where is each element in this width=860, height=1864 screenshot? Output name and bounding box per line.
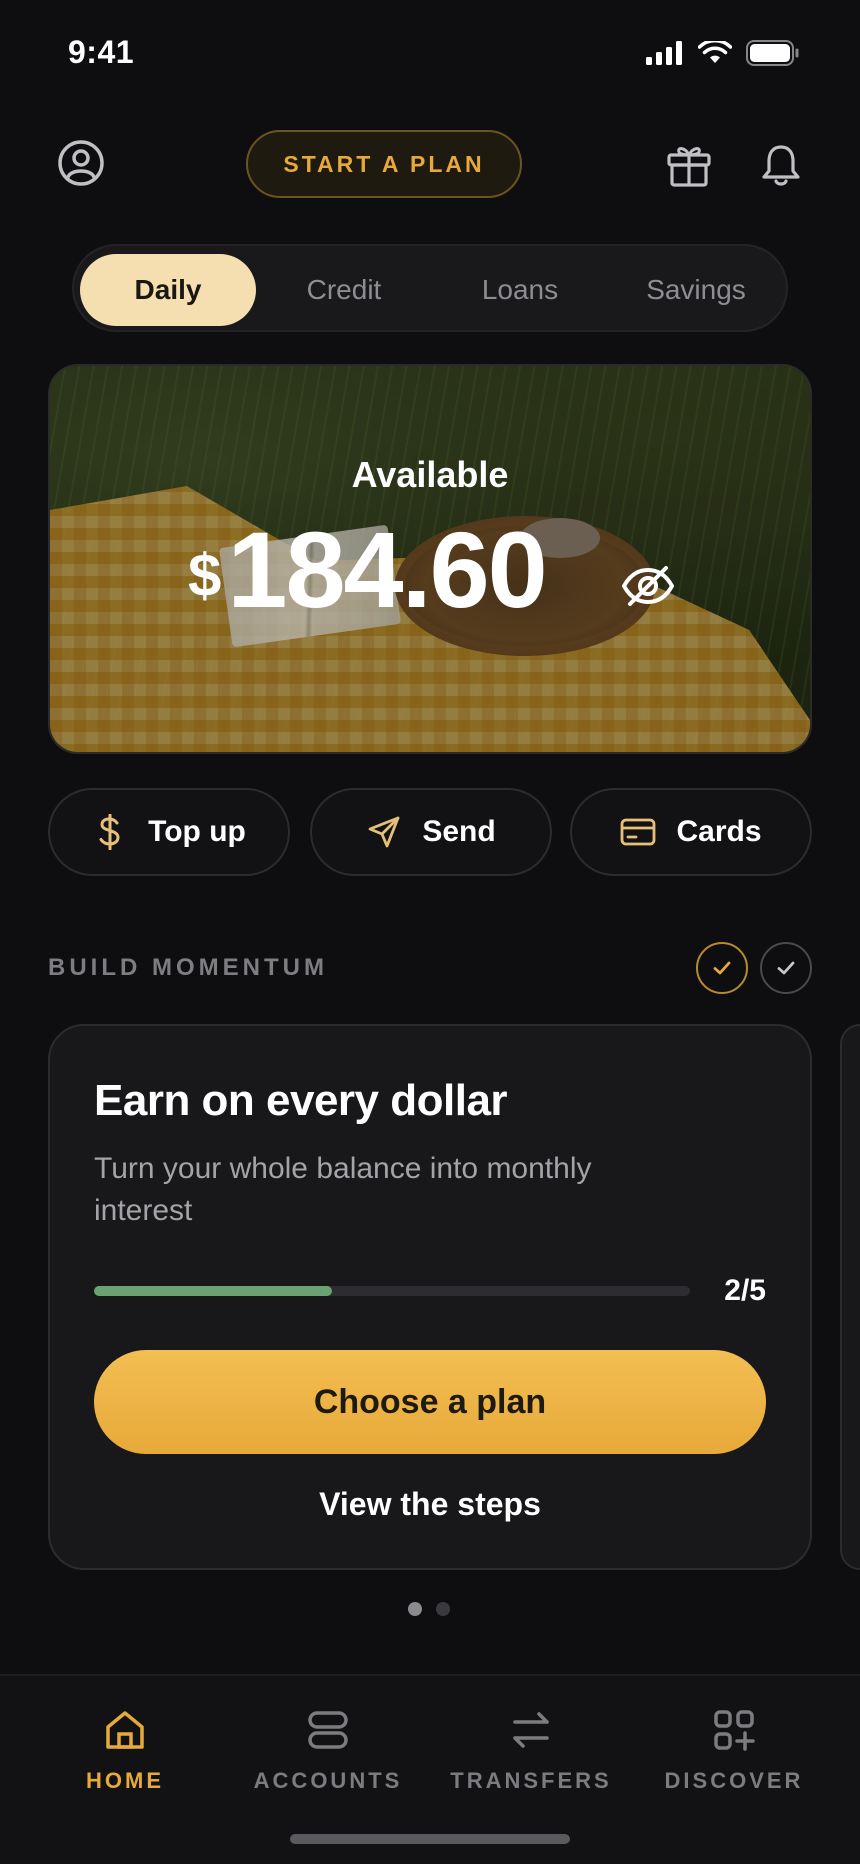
pager-dot[interactable]	[408, 1602, 422, 1616]
transfers-icon	[507, 1706, 555, 1754]
start-plan-button[interactable]: START A PLAN	[246, 130, 522, 198]
cards-button[interactable]: Cards	[570, 788, 812, 876]
momentum-step-next[interactable]	[760, 942, 812, 994]
section-title: BUILD MOMENTUM	[48, 954, 328, 981]
user-icon	[58, 140, 104, 186]
discover-icon	[710, 1706, 758, 1754]
top-up-button[interactable]: Top up	[48, 788, 290, 876]
choose-plan-button[interactable]: Choose a plan	[94, 1350, 766, 1454]
gift-icon	[667, 147, 711, 187]
balance-currency: $	[188, 542, 222, 609]
account-segment-control: Daily Credit Loans Savings	[72, 244, 788, 332]
wifi-icon	[698, 41, 732, 63]
tab-transfers-label: TRANSFERS	[450, 1768, 612, 1793]
battery-icon	[746, 40, 799, 66]
send-label: Send	[422, 815, 496, 848]
bell-icon	[762, 145, 800, 186]
status-time: 9:41	[68, 34, 135, 70]
tab-home-label: HOME	[86, 1768, 164, 1793]
send-button[interactable]: Send	[310, 788, 552, 876]
momentum-step-done[interactable]	[696, 942, 748, 994]
tab-home[interactable]: HOME	[35, 1706, 215, 1794]
momentum-card: Earn on every dollar Turn your whole bal…	[48, 1024, 812, 1570]
view-steps-link[interactable]: View the steps	[50, 1486, 810, 1523]
check-icon	[777, 961, 795, 975]
accounts-icon	[304, 1706, 352, 1754]
segment-savings[interactable]: Savings	[608, 254, 784, 326]
rewards-button[interactable]	[664, 140, 714, 190]
top-up-label: Top up	[148, 815, 246, 848]
profile-button[interactable]	[56, 138, 106, 188]
next-card-peek[interactable]	[840, 1024, 860, 1570]
segment-daily[interactable]: Daily	[80, 254, 256, 326]
segment-loans[interactable]: Loans	[432, 254, 608, 326]
cellular-signal-icon	[646, 41, 682, 65]
hide-balance-button[interactable]	[620, 558, 676, 614]
eye-off-icon	[622, 566, 674, 606]
home-icon	[101, 1706, 149, 1754]
card-subtitle: Turn your whole balance into monthly int…	[94, 1152, 592, 1227]
segment-credit[interactable]: Credit	[256, 254, 432, 326]
tab-discover[interactable]: DISCOVER	[644, 1706, 824, 1794]
card-icon	[620, 814, 656, 850]
balance-amount: $ 184.60	[188, 509, 548, 630]
progress-bar	[94, 1286, 690, 1296]
dollar-icon	[92, 814, 128, 850]
balance-value: 184.60	[227, 509, 547, 630]
send-icon	[366, 814, 402, 850]
progress-fill	[94, 1286, 333, 1296]
tab-accounts[interactable]: ACCOUNTS	[238, 1706, 418, 1794]
carousel-pager	[408, 1602, 450, 1616]
card-title: Earn on every dollar	[94, 1076, 508, 1125]
status-icons	[646, 40, 800, 66]
cards-label: Cards	[676, 815, 762, 848]
tab-transfers[interactable]: TRANSFERS	[441, 1706, 621, 1794]
check-icon	[713, 961, 731, 975]
tab-discover-label: DISCOVER	[664, 1768, 804, 1793]
progress-count: 2/5	[724, 1274, 766, 1307]
balance-card[interactable]: Available $ 184.60	[48, 364, 812, 754]
balance-label: Available	[351, 454, 509, 495]
home-indicator	[290, 1834, 570, 1844]
pager-dot[interactable]	[436, 1602, 450, 1616]
notifications-button[interactable]	[756, 140, 806, 190]
tab-accounts-label: ACCOUNTS	[253, 1768, 403, 1793]
